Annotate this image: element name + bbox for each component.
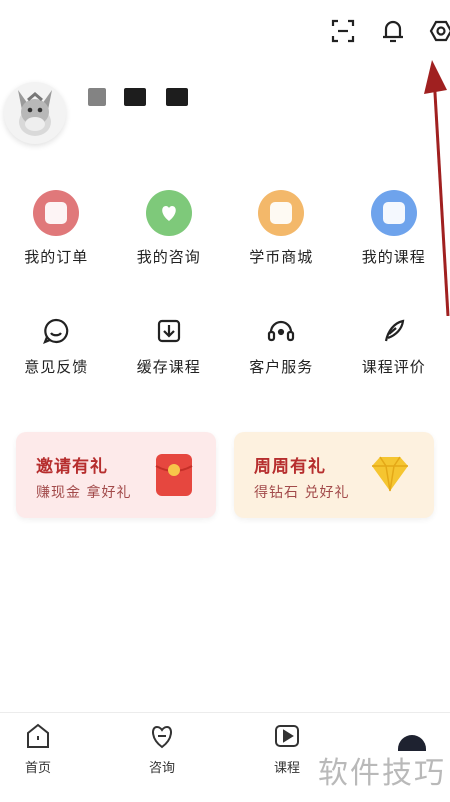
promo-card-invite[interactable]: 邀请有礼 赚现金 拿好礼 <box>16 432 216 518</box>
promo-card-weekly[interactable]: 周周有礼 得钻石 兑好礼 <box>234 432 434 518</box>
nav-label: 课程 <box>274 757 300 776</box>
promo-subtitle: 得钻石 兑好礼 <box>254 482 349 502</box>
headset-icon <box>266 316 296 346</box>
nav-profile[interactable] <box>382 721 442 751</box>
home-icon <box>23 721 53 751</box>
annotation-arrow <box>420 56 450 316</box>
feather-icon <box>379 316 409 346</box>
secondary-action-label: 缓存课程 <box>137 356 201 377</box>
watermark-text: 软件技巧 <box>318 748 446 792</box>
secondary-actions-row: 意见反馈 缓存课程 客户服务 课程评价 <box>0 316 450 377</box>
heart-chat-icon <box>147 721 177 751</box>
feedback-icon <box>41 316 71 346</box>
secondary-action-feedback[interactable]: 意见反馈 <box>0 316 113 377</box>
nav-label: 首页 <box>25 757 51 776</box>
promo-title: 邀请有礼 <box>36 452 108 477</box>
donkey-avatar-icon <box>4 82 66 144</box>
secondary-action-label: 客户服务 <box>249 356 313 377</box>
secondary-action-label: 意见反馈 <box>24 356 88 377</box>
promo-subtitle: 赚现金 拿好礼 <box>36 482 131 502</box>
primary-action-coin-mall[interactable]: 学币商城 <box>225 190 338 267</box>
nav-home[interactable]: 首页 <box>8 721 68 776</box>
promo-title: 周周有礼 <box>254 452 326 477</box>
avatar[interactable] <box>4 82 66 144</box>
nav-consult[interactable]: 咨询 <box>132 721 192 776</box>
username-redacted-2 <box>124 88 146 106</box>
course-icon <box>371 190 417 236</box>
secondary-action-review[interactable]: 课程评价 <box>338 316 450 377</box>
play-icon <box>272 721 302 751</box>
secondary-action-download[interactable]: 缓存课程 <box>113 316 226 377</box>
primary-action-label: 我的订单 <box>24 246 88 267</box>
primary-actions-row: 我的订单 我的咨询 学币商城 我的课程 <box>0 190 450 267</box>
primary-action-label: 学币商城 <box>249 246 313 267</box>
download-icon <box>154 316 184 346</box>
primary-action-consult[interactable]: 我的咨询 <box>113 190 226 267</box>
username-redacted-1 <box>88 88 106 106</box>
secondary-action-label: 课程评价 <box>362 356 426 377</box>
username-redacted-3 <box>166 88 188 106</box>
consult-heart-icon <box>146 190 192 236</box>
primary-action-orders[interactable]: 我的订单 <box>0 190 113 267</box>
settings-icon[interactable] <box>426 16 450 46</box>
red-envelope-icon <box>154 452 194 498</box>
bell-icon[interactable] <box>378 16 408 46</box>
primary-action-courses[interactable]: 我的课程 <box>338 190 450 267</box>
coin-mall-icon <box>258 190 304 236</box>
scan-icon[interactable] <box>328 16 358 46</box>
primary-action-label: 我的咨询 <box>137 246 201 267</box>
nav-label: 咨询 <box>149 757 175 776</box>
diamond-icon <box>368 454 412 494</box>
primary-action-label: 我的课程 <box>362 246 426 267</box>
order-icon <box>33 190 79 236</box>
secondary-action-service[interactable]: 客户服务 <box>225 316 338 377</box>
nav-courses[interactable]: 课程 <box>257 721 317 776</box>
